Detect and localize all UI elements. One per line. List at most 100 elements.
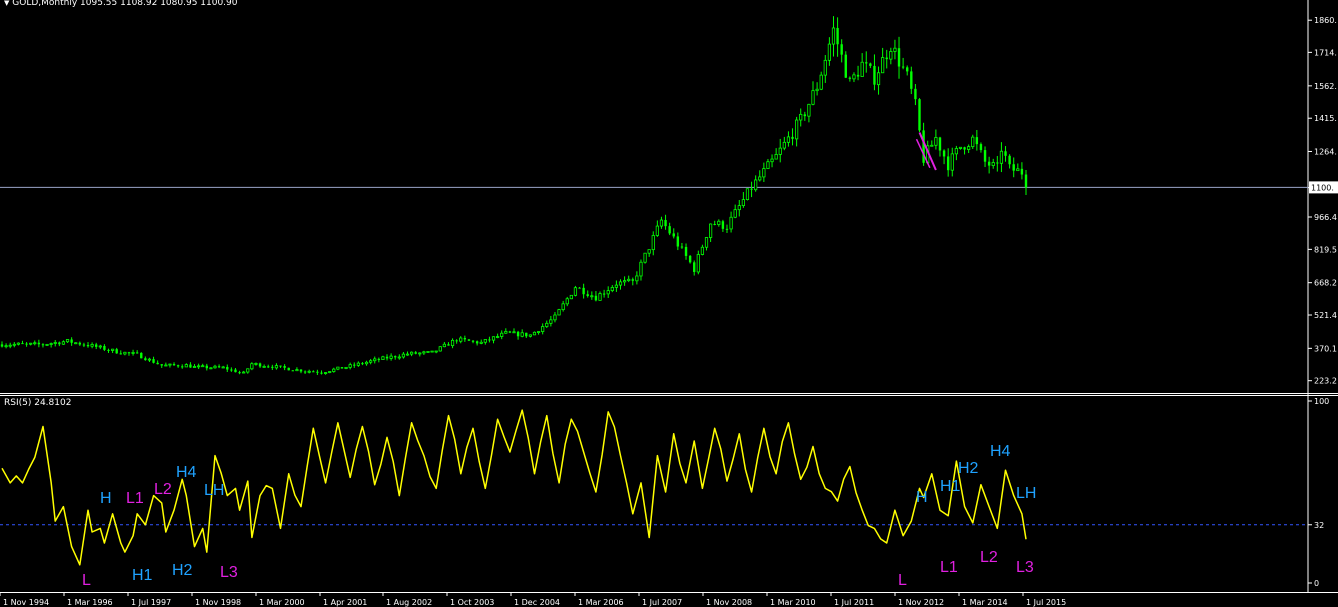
price-tick-label: 668.2 xyxy=(1314,279,1337,288)
candle xyxy=(610,285,614,293)
candle-body-bull xyxy=(635,275,639,282)
candle xyxy=(741,192,745,208)
candle xyxy=(942,149,946,165)
time-tick-label: 1 Mar 2014 xyxy=(962,598,1008,607)
candle xyxy=(573,285,578,297)
candle xyxy=(1012,157,1015,178)
candle xyxy=(361,362,364,366)
candle xyxy=(504,328,508,334)
chart-window: 1860. 1714. 1562. 1415. 1264. 1100. 966.4 819.5… xyxy=(0,0,1338,607)
candle-body-bear xyxy=(25,343,28,345)
candle xyxy=(696,250,700,275)
candle xyxy=(602,289,606,298)
candle xyxy=(422,350,426,356)
candle-body-bear xyxy=(471,340,475,342)
candle xyxy=(74,342,78,345)
candle xyxy=(103,344,106,351)
candle xyxy=(516,330,520,340)
time-tick-label: 1 Jul 2015 xyxy=(1026,598,1066,607)
candle-body-bull xyxy=(348,364,352,368)
dropdown-triangle-icon[interactable]: ▼ xyxy=(4,0,9,7)
time-tick-label: 1 Nov 2008 xyxy=(706,598,752,607)
candle xyxy=(631,277,634,286)
candle xyxy=(258,362,262,368)
candle xyxy=(918,98,921,133)
candle-body-bull xyxy=(168,363,172,366)
candle-body-bull xyxy=(827,43,831,61)
candle xyxy=(192,364,197,368)
candle-body-bear xyxy=(119,353,122,355)
candle-body-bull xyxy=(192,366,197,368)
candle-body-bear xyxy=(1024,174,1028,188)
candle xyxy=(234,368,237,373)
candle xyxy=(217,364,221,369)
candle-body-bull xyxy=(852,74,856,80)
candle xyxy=(312,370,315,373)
candle xyxy=(786,131,791,147)
candle-body-bull xyxy=(991,162,995,166)
candle xyxy=(622,276,627,286)
candle xyxy=(979,142,983,153)
candle-body-bear xyxy=(271,366,274,368)
candle xyxy=(958,146,963,150)
candle-body-bull xyxy=(782,141,786,149)
time-tick-label: 1 Aug 2002 xyxy=(386,598,432,607)
candle xyxy=(627,275,631,283)
candle xyxy=(910,66,913,95)
candle xyxy=(1016,163,1020,172)
candle xyxy=(799,108,803,127)
candle xyxy=(840,39,843,63)
candle xyxy=(447,342,450,346)
time-tick-label: 1 Mar 2010 xyxy=(770,598,816,607)
candle-body-bull xyxy=(213,365,217,369)
rsi-axis: 100 32 0 xyxy=(0,397,1329,588)
candle xyxy=(865,51,868,73)
candle xyxy=(246,368,250,374)
candle xyxy=(127,351,131,356)
candle-body-bear xyxy=(70,339,73,343)
candle xyxy=(483,339,487,345)
candle-body-bear xyxy=(869,63,872,66)
candle-body-bull xyxy=(110,348,115,351)
candle xyxy=(369,358,373,365)
candle xyxy=(144,356,147,361)
candle xyxy=(676,232,680,251)
candle xyxy=(291,370,295,372)
candle-body-bull xyxy=(598,293,602,301)
candle xyxy=(975,129,979,151)
candle-body-bull xyxy=(815,88,819,92)
rsi-label-high: H2 xyxy=(172,562,193,579)
chart-canvas[interactable]: 1860. 1714. 1562. 1415. 1264. 1100. 966.4 819.5… xyxy=(0,0,1338,607)
rsi-label-low: L3 xyxy=(1016,559,1034,576)
candle xyxy=(78,341,82,346)
candle xyxy=(364,360,369,366)
candle xyxy=(95,342,98,350)
candle-body-bull xyxy=(147,358,152,361)
time-tick-label: 1 Jul 2011 xyxy=(834,598,874,607)
candle-body-bull xyxy=(364,361,369,365)
candle-body-bull xyxy=(500,332,504,337)
candle-body-bull xyxy=(766,161,770,169)
candle-body-bear xyxy=(525,332,528,337)
candle-body-bear xyxy=(602,293,606,295)
candle xyxy=(348,362,352,370)
price-tick-label: 819.5 xyxy=(1314,245,1337,254)
candles-series xyxy=(0,16,1028,376)
candle-body-bull xyxy=(545,322,549,327)
candle-body-bear xyxy=(86,345,90,347)
candle xyxy=(659,216,664,229)
candle xyxy=(930,140,934,147)
candle xyxy=(491,336,496,344)
candle xyxy=(1024,169,1028,196)
candle-body-bear xyxy=(885,57,888,60)
candle xyxy=(528,334,532,338)
candle xyxy=(459,336,463,344)
candle xyxy=(242,370,246,374)
candle-body-bear xyxy=(1008,155,1011,165)
rsi-label-high: H2 xyxy=(958,460,979,477)
candle-body-bull xyxy=(332,368,336,372)
candle-body-bull xyxy=(373,358,377,362)
main-chart-header: ▼ GOLD,Monthly 1095.55 1108.92 1080.95 1… xyxy=(4,0,238,8)
rsi-label-low: L1 xyxy=(940,559,958,576)
candle-body-bear xyxy=(586,294,589,297)
